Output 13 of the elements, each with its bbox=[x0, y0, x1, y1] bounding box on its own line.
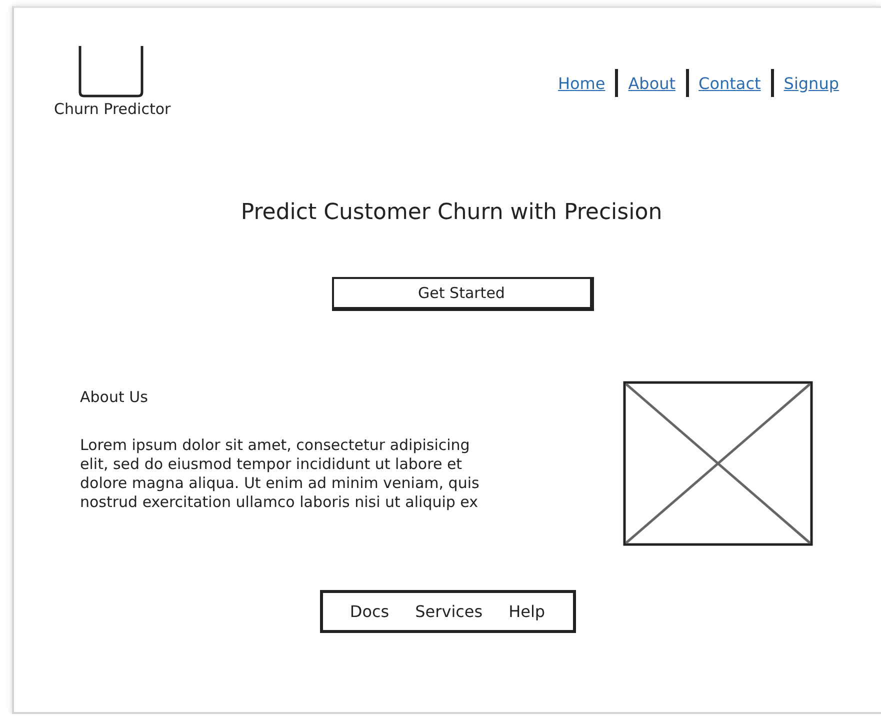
nav-link[interactable]: Contact bbox=[698, 74, 761, 92]
footer-link[interactable]: Help bbox=[508, 602, 546, 621]
nav-link[interactable]: Signup bbox=[784, 74, 839, 92]
nav-link[interactable]: Home bbox=[558, 74, 606, 92]
nav-link[interactable]: About bbox=[628, 74, 676, 92]
footer-link[interactable]: Docs bbox=[350, 602, 390, 621]
footer-link[interactable]: Services bbox=[415, 602, 483, 621]
about-paragraph: Lorem ipsum dolor sit amet, consectetur adipisicing elit, sed do eiusmod tempor incididunt ut labore et dolore magna aliqua. Ut enim ad minim veniam, quis nostrud exercitation ullamco laboris nisi ut aliquip ex bbox=[80, 436, 480, 512]
logo-text: Churn Predictor bbox=[54, 100, 171, 118]
logo-icon bbox=[78, 46, 144, 98]
get-started-button[interactable]: Get Started bbox=[332, 277, 594, 311]
hero-title: Predict Customer Churn with Precision bbox=[240, 200, 664, 225]
section-heading: About Us bbox=[80, 388, 149, 406]
